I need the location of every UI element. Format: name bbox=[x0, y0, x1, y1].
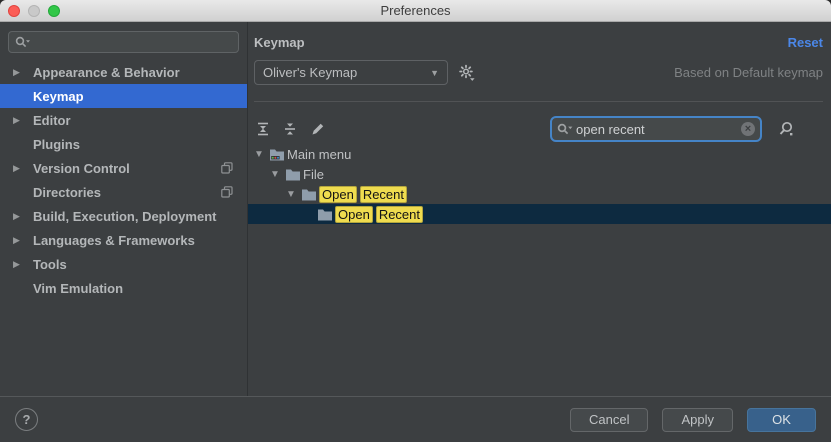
find-by-shortcut-button[interactable] bbox=[775, 118, 797, 140]
reset-link[interactable]: Reset bbox=[788, 35, 823, 50]
collapse-all-button[interactable] bbox=[282, 121, 298, 137]
expand-all-button[interactable] bbox=[255, 121, 271, 137]
chevron-right-icon: ▶ bbox=[13, 235, 33, 246]
folder-icon bbox=[317, 207, 333, 221]
chevron-down-icon[interactable]: ▼ bbox=[268, 169, 285, 180]
chevron-down-icon[interactable]: ▼ bbox=[252, 149, 269, 160]
traffic-lights bbox=[8, 5, 60, 17]
keymap-selector-value: Oliver's Keymap bbox=[263, 65, 357, 80]
sidebar-search-box[interactable] bbox=[8, 31, 239, 53]
based-on-label: Based on Default keymap bbox=[674, 65, 823, 80]
chevron-right-icon: ▶ bbox=[13, 67, 33, 78]
chevron-right-icon: ▶ bbox=[13, 115, 33, 126]
preferences-window: Preferences ▶ Appearance & Behavior bbox=[0, 0, 831, 442]
header-separator bbox=[254, 101, 823, 102]
minimize-button[interactable] bbox=[28, 5, 40, 17]
chevron-down-icon[interactable]: ▼ bbox=[284, 189, 301, 200]
tree-row-main-menu[interactable]: ▼ Main menu bbox=[248, 144, 831, 164]
project-scope-icon bbox=[221, 162, 233, 174]
keymap-settings-button[interactable] bbox=[457, 63, 477, 83]
edit-shortcut-button[interactable] bbox=[309, 121, 325, 137]
chevron-right-icon: ▶ bbox=[13, 211, 33, 222]
project-scope-icon bbox=[221, 186, 233, 198]
dialog-footer: ? Cancel Apply OK bbox=[0, 396, 831, 442]
close-button[interactable] bbox=[8, 5, 20, 17]
ok-button[interactable]: OK bbox=[747, 408, 816, 432]
sidebar-item-build-execution-deployment[interactable]: ▶ Build, Execution, Deployment bbox=[0, 204, 247, 228]
search-match-highlight: Recent bbox=[360, 186, 407, 203]
apply-button[interactable]: Apply bbox=[662, 408, 733, 432]
page-title: Keymap bbox=[254, 35, 305, 50]
search-icon bbox=[15, 36, 30, 49]
sidebar-item-directories[interactable]: Directories bbox=[0, 180, 247, 204]
folder-icon bbox=[285, 167, 301, 181]
sidebar-item-vim-emulation[interactable]: Vim Emulation bbox=[0, 276, 247, 300]
sidebar-item-keymap[interactable]: Keymap bbox=[0, 84, 247, 108]
help-icon: ? bbox=[23, 412, 31, 427]
keymap-search-input[interactable] bbox=[576, 122, 741, 137]
search-match-highlight: Recent bbox=[376, 206, 423, 223]
zoom-button[interactable] bbox=[48, 5, 60, 17]
sidebar-item-plugins[interactable]: Plugins bbox=[0, 132, 247, 156]
chevron-right-icon: ▶ bbox=[13, 163, 33, 174]
help-button[interactable]: ? bbox=[15, 408, 38, 431]
chevron-right-icon: ▶ bbox=[13, 259, 33, 270]
collapse-all-icon bbox=[283, 122, 297, 136]
folder-icon bbox=[301, 187, 317, 201]
sidebar-search-input[interactable] bbox=[34, 35, 232, 50]
tree-row-file[interactable]: ▼ File bbox=[248, 164, 831, 184]
actions-tree: ▼ Main menu ▼ bbox=[248, 144, 831, 396]
expand-all-icon bbox=[256, 122, 270, 136]
keymap-search-box[interactable]: × bbox=[550, 116, 762, 142]
clear-search-icon[interactable]: × bbox=[741, 122, 755, 136]
titlebar: Preferences bbox=[0, 0, 831, 22]
sidebar-item-editor[interactable]: ▶ Editor bbox=[0, 108, 247, 132]
chevron-down-icon: ▼ bbox=[430, 68, 439, 78]
settings-nav: ▶ Appearance & Behavior Keymap ▶ Editor … bbox=[0, 60, 247, 300]
gear-icon bbox=[458, 64, 476, 82]
sidebar-item-appearance-behavior[interactable]: ▶ Appearance & Behavior bbox=[0, 60, 247, 84]
pencil-icon bbox=[310, 122, 325, 137]
cancel-button[interactable]: Cancel bbox=[570, 408, 648, 432]
search-match-highlight: Open bbox=[335, 206, 373, 223]
search-match-highlight: Open bbox=[319, 186, 357, 203]
window-title: Preferences bbox=[0, 3, 831, 18]
main-menu-icon bbox=[269, 147, 285, 161]
sidebar-item-tools[interactable]: ▶ Tools bbox=[0, 252, 247, 276]
sidebar-item-languages-frameworks[interactable]: ▶ Languages & Frameworks bbox=[0, 228, 247, 252]
find-by-shortcut-icon bbox=[777, 120, 795, 138]
settings-sidebar: ▶ Appearance & Behavior Keymap ▶ Editor … bbox=[0, 22, 247, 396]
keymap-selector-dropdown[interactable]: Oliver's Keymap ▼ bbox=[254, 60, 448, 85]
tree-row-open-recent[interactable]: ▼ OpenRecent bbox=[248, 184, 831, 204]
tree-row-open-recent-selected[interactable]: OpenRecent bbox=[248, 204, 831, 224]
keymap-panel: Keymap Reset Oliver's Keymap ▼ bbox=[248, 22, 831, 396]
sidebar-item-version-control[interactable]: ▶ Version Control bbox=[0, 156, 247, 180]
search-icon bbox=[557, 123, 573, 136]
